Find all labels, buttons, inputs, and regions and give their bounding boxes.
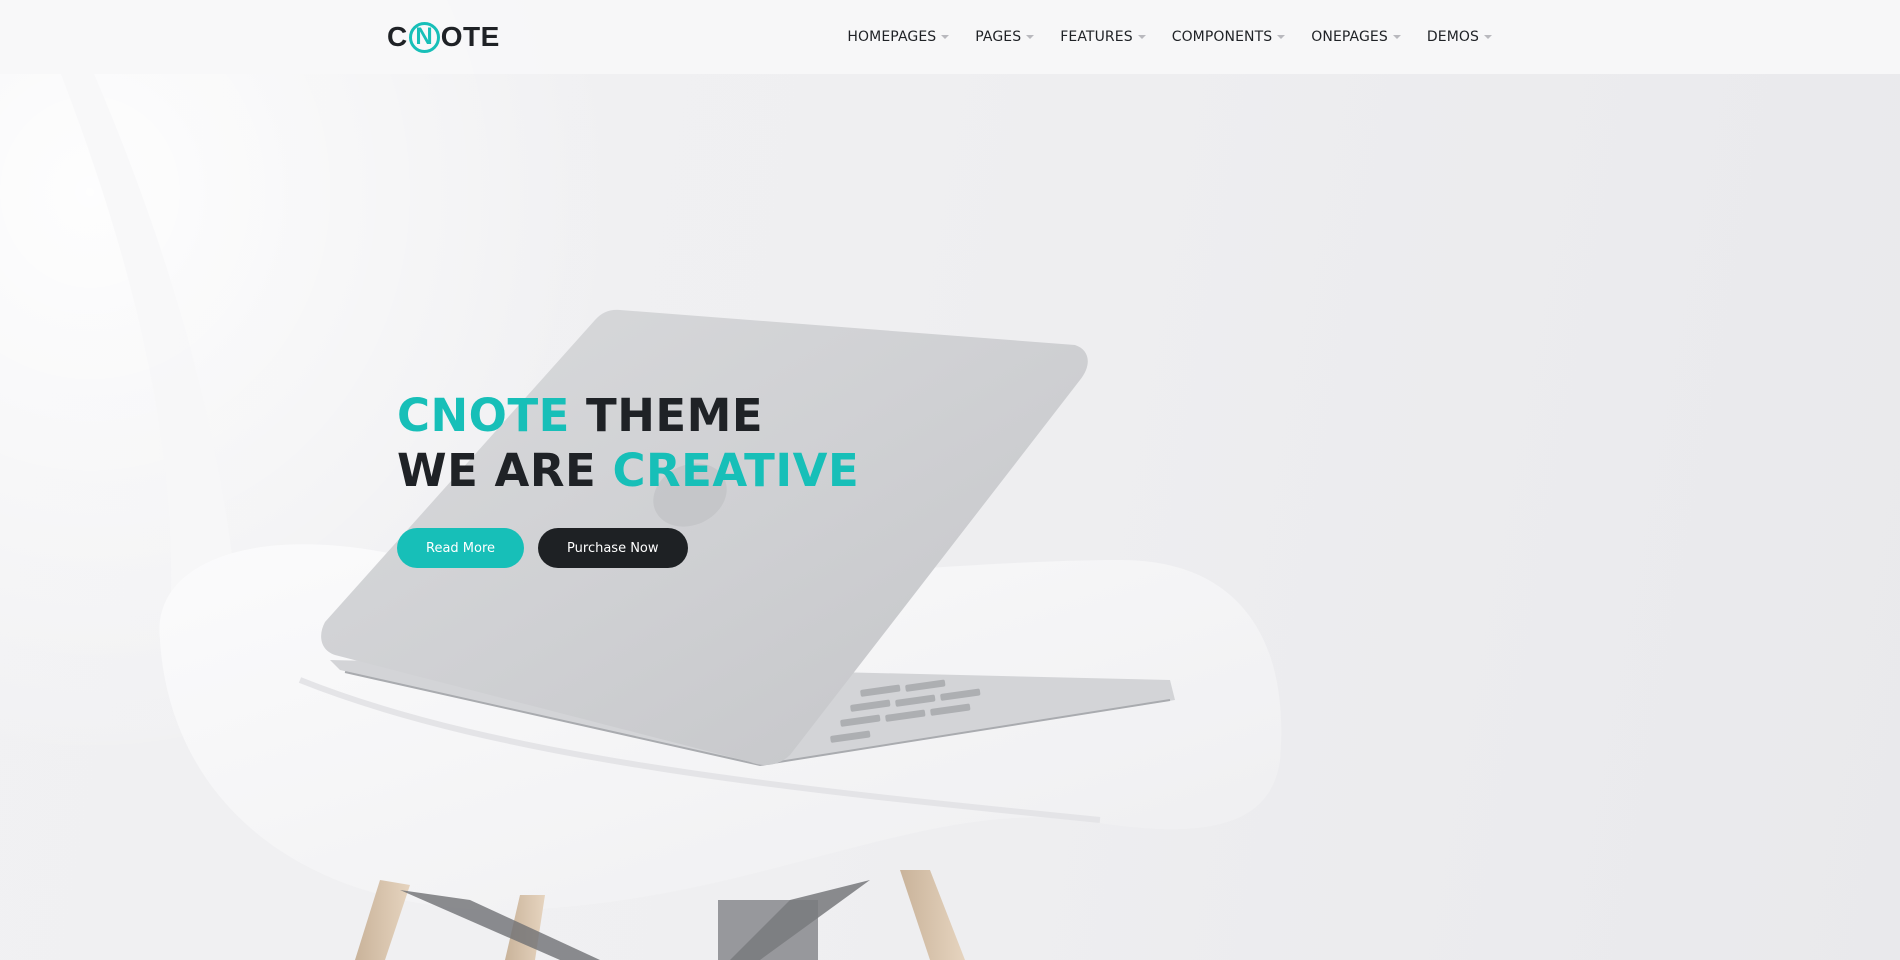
logo-text-rest: OTE xyxy=(440,21,500,52)
nav-item-homepages[interactable]: HOMEPAGES xyxy=(834,0,962,74)
nav-item-label: DEMOS xyxy=(1426,29,1479,45)
chevron-down-icon xyxy=(1392,35,1401,39)
hero-content: CNOTE THEME WE ARE CREATIVE Read More Pu… xyxy=(397,388,859,568)
headline-accent-creative: CREATIVE xyxy=(612,444,860,497)
nav-item-label: ONEPAGES xyxy=(1311,29,1388,45)
nav-item-pages[interactable]: PAGES xyxy=(962,0,1047,74)
hero-background-image xyxy=(0,0,1282,960)
purchase-now-button[interactable]: Purchase Now xyxy=(538,528,688,568)
read-more-button[interactable]: Read More xyxy=(397,528,525,568)
chevron-down-icon xyxy=(1484,35,1492,39)
main-nav: HOMEPAGES PAGES FEATURES COMPONENTS ONEP… xyxy=(834,0,1505,74)
hero-buttons: Read More Purchase Now xyxy=(397,528,859,568)
logo-text-c: C xyxy=(387,21,408,52)
logo-circle-n: N xyxy=(408,21,440,53)
nav-item-components[interactable]: COMPONENTS xyxy=(1159,0,1299,74)
nav-item-label: COMPONENTS xyxy=(1171,29,1273,45)
nav-item-label: FEATURES xyxy=(1060,29,1133,45)
chevron-down-icon xyxy=(1277,35,1286,39)
chevron-down-icon xyxy=(1137,35,1146,39)
nav-item-onepages[interactable]: ONEPAGES xyxy=(1298,0,1414,74)
site-logo[interactable]: C N OTE xyxy=(387,18,500,56)
site-header: C N OTE HOMEPAGES PAGES FEATURES COMPONE… xyxy=(0,0,1900,74)
headline-we-are: WE ARE xyxy=(397,444,613,497)
nav-item-label: HOMEPAGES xyxy=(847,29,937,45)
chevron-down-icon xyxy=(941,35,950,39)
headline-accent-cnote: CNOTE xyxy=(397,389,570,442)
page: C N OTE HOMEPAGES PAGES FEATURES COMPONE… xyxy=(0,0,1900,960)
nav-item-demos[interactable]: DEMOS xyxy=(1414,0,1505,74)
chevron-down-icon xyxy=(1026,35,1035,39)
nav-item-label: PAGES xyxy=(975,29,1022,45)
headline-theme: THEME xyxy=(569,389,764,442)
hero-headline: CNOTE THEME WE ARE CREATIVE xyxy=(397,388,859,498)
nav-item-features[interactable]: FEATURES xyxy=(1047,0,1158,74)
